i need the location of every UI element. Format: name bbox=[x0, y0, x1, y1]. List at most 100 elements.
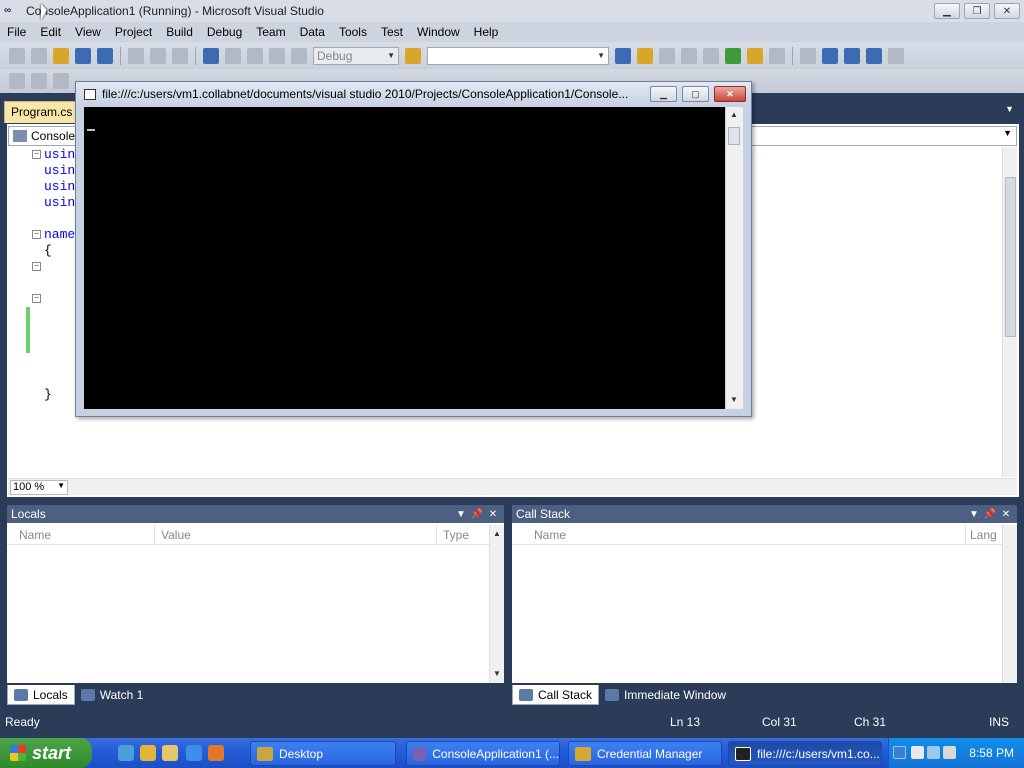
cut-icon[interactable] bbox=[128, 47, 144, 64]
start-button[interactable]: start bbox=[0, 738, 92, 768]
show-next-statement-icon[interactable] bbox=[888, 47, 904, 64]
outline-collapse-icon[interactable]: − bbox=[32, 150, 41, 159]
console-close-button[interactable]: ✕ bbox=[714, 86, 746, 102]
call-stack-scrollbar[interactable] bbox=[1002, 525, 1017, 683]
scrollbar-thumb[interactable] bbox=[728, 127, 740, 145]
tools-icon[interactable] bbox=[703, 47, 719, 64]
internet-explorer-icon[interactable] bbox=[186, 745, 202, 761]
chevron-down-icon[interactable]: ▼ bbox=[1005, 104, 1014, 114]
menu-project[interactable]: Project bbox=[108, 22, 159, 42]
flag-icon[interactable] bbox=[911, 746, 924, 759]
display-parameter-info-icon[interactable] bbox=[31, 73, 47, 89]
menu-team[interactable]: Team bbox=[249, 22, 292, 42]
save-icon[interactable] bbox=[75, 47, 91, 64]
navigate-forward-icon[interactable] bbox=[269, 47, 285, 64]
display-quick-info-icon[interactable] bbox=[53, 73, 69, 89]
menu-help[interactable]: Help bbox=[467, 22, 506, 42]
console-scrollbar[interactable]: ▲ ▼ bbox=[726, 107, 743, 409]
console-window[interactable]: file:///c:/users/vm1.collabnet/documents… bbox=[75, 81, 752, 417]
console-maximize-button[interactable]: ▢ bbox=[682, 86, 709, 102]
solution-config-combo[interactable]: Debug ▼ bbox=[313, 46, 399, 65]
break-all-icon[interactable] bbox=[822, 47, 838, 64]
copy-icon[interactable] bbox=[150, 47, 166, 64]
pin-icon[interactable]: 📌 bbox=[470, 509, 484, 520]
team-explorer-icon[interactable] bbox=[747, 47, 763, 64]
column-language[interactable]: Lang bbox=[966, 525, 1002, 544]
tab-program-cs[interactable]: Program.cs bbox=[4, 101, 76, 123]
close-icon[interactable]: ✕ bbox=[999, 509, 1013, 520]
menu-build[interactable]: Build bbox=[159, 22, 200, 42]
column-value[interactable]: Value bbox=[155, 525, 437, 544]
scroll-up-icon[interactable]: ▲ bbox=[730, 110, 738, 119]
object-browser-icon[interactable] bbox=[659, 47, 675, 64]
scroll-up-icon[interactable]: ▲ bbox=[493, 529, 501, 538]
add-item-icon[interactable] bbox=[31, 47, 47, 64]
tray-expand-icon[interactable] bbox=[893, 746, 906, 759]
outline-collapse-icon[interactable]: − bbox=[32, 262, 41, 271]
redo-icon[interactable] bbox=[225, 47, 241, 64]
undo-icon[interactable] bbox=[203, 47, 219, 64]
column-type[interactable]: Type bbox=[437, 525, 489, 544]
properties-icon[interactable] bbox=[637, 47, 653, 64]
scroll-down-icon[interactable]: ▼ bbox=[730, 395, 738, 404]
taskbar-button-console[interactable]: file:///c:/users/vm1.co... bbox=[728, 741, 882, 766]
find-combo[interactable]: ▼ bbox=[427, 46, 609, 65]
pin-icon[interactable]: 📌 bbox=[983, 509, 997, 520]
outline-collapse-icon[interactable]: − bbox=[32, 230, 41, 239]
tab-locals[interactable]: Locals bbox=[7, 685, 75, 705]
tab-immediate-window[interactable]: Immediate Window bbox=[599, 685, 732, 705]
clock[interactable]: 8:58 PM bbox=[969, 746, 1014, 760]
menu-test[interactable]: Test bbox=[374, 22, 410, 42]
command-window-icon[interactable] bbox=[769, 47, 785, 64]
editor-vertical-scrollbar[interactable] bbox=[1002, 147, 1017, 477]
tab-watch-1[interactable]: Watch 1 bbox=[75, 685, 150, 705]
stop-debugging-icon[interactable] bbox=[844, 47, 860, 64]
new-project-icon[interactable] bbox=[9, 47, 25, 64]
restart-icon[interactable] bbox=[866, 47, 882, 64]
console-minimize-button[interactable]: ▁ bbox=[650, 86, 677, 102]
firefox-icon[interactable] bbox=[208, 745, 224, 761]
tab-call-stack[interactable]: Call Stack bbox=[512, 685, 600, 705]
taskbar-button-visual-studio[interactable]: ConsoleApplication1 (... bbox=[406, 741, 560, 766]
console-title-bar[interactable]: file:///c:/users/vm1.collabnet/documents… bbox=[76, 82, 751, 106]
quick-launch-media-icon[interactable] bbox=[140, 745, 156, 761]
navigate-backward-icon[interactable] bbox=[247, 47, 263, 64]
scrollbar-thumb[interactable] bbox=[1005, 177, 1016, 337]
quick-launch-explorer-icon[interactable] bbox=[162, 745, 178, 761]
taskbar-button-desktop[interactable]: Desktop bbox=[250, 741, 396, 766]
console-output[interactable] bbox=[84, 107, 725, 409]
menu-data[interactable]: Data bbox=[293, 22, 332, 42]
minimize-button[interactable]: ▁ bbox=[934, 3, 960, 19]
locals-scrollbar[interactable]: ▲ ▼ bbox=[489, 525, 504, 683]
menu-debug[interactable]: Debug bbox=[200, 22, 249, 42]
restore-button[interactable]: ❐ bbox=[964, 3, 990, 19]
find-in-files-icon[interactable] bbox=[405, 47, 421, 64]
open-file-icon[interactable] bbox=[53, 47, 69, 64]
display-object-member-list-icon[interactable] bbox=[9, 73, 25, 89]
continue-icon[interactable] bbox=[800, 47, 816, 64]
column-name[interactable]: Name bbox=[512, 525, 966, 544]
window-position-icon[interactable]: ▼ bbox=[454, 509, 468, 520]
close-icon[interactable]: ✕ bbox=[486, 509, 500, 520]
start-debugging-icon[interactable] bbox=[291, 47, 307, 64]
save-all-icon[interactable] bbox=[97, 47, 113, 64]
menu-file[interactable]: File bbox=[0, 22, 33, 42]
quick-launch-network-icon[interactable] bbox=[118, 745, 134, 761]
scroll-down-icon[interactable]: ▼ bbox=[493, 669, 501, 678]
network-icon[interactable] bbox=[927, 746, 940, 759]
menu-tools[interactable]: Tools bbox=[332, 22, 374, 42]
column-name[interactable]: Name bbox=[7, 525, 155, 544]
window-position-icon[interactable]: ▼ bbox=[967, 509, 981, 520]
outline-collapse-icon[interactable]: − bbox=[32, 294, 41, 303]
extension-manager-icon[interactable] bbox=[725, 47, 741, 64]
taskbar-button-credential-manager[interactable]: Credential Manager bbox=[568, 741, 722, 766]
menu-window[interactable]: Window bbox=[410, 22, 467, 42]
menu-edit[interactable]: Edit bbox=[33, 22, 68, 42]
solution-explorer-icon[interactable] bbox=[615, 47, 631, 64]
menu-view[interactable]: View bbox=[68, 22, 108, 42]
toolbox-icon[interactable] bbox=[681, 47, 697, 64]
paste-icon[interactable] bbox=[172, 47, 188, 64]
close-button[interactable]: ✕ bbox=[994, 3, 1020, 19]
volume-muted-icon[interactable] bbox=[943, 746, 956, 759]
zoom-combo[interactable]: 100 % ▼ bbox=[10, 480, 68, 495]
